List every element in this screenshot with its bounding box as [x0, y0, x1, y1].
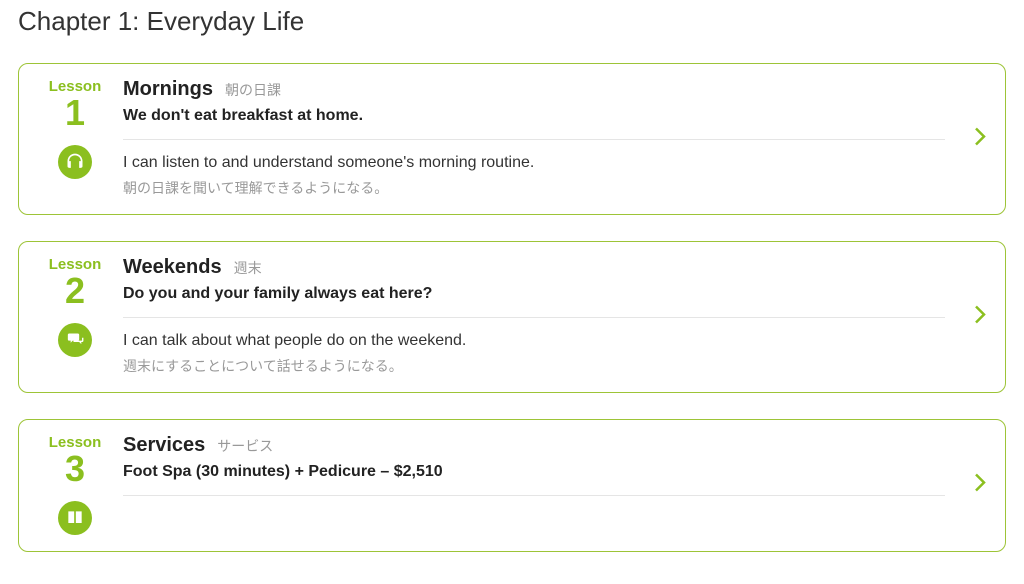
lesson-body: Services サービス Foot Spa (30 minutes) + Pe… [111, 434, 985, 535]
lesson-goal-jp: 週末にすることについて話せるようになる。 [123, 356, 945, 376]
lesson-title: Services [123, 434, 205, 457]
lesson-title-jp: 週末 [234, 258, 262, 278]
lesson-body: Weekends 週末 Do you and your family alway… [111, 256, 985, 376]
lesson-number: 3 [65, 449, 85, 489]
lesson-title: Mornings [123, 78, 213, 101]
lesson-title-jp: サービス [217, 436, 273, 456]
lesson-left-column: Lesson 3 [39, 434, 111, 535]
chevron-right-icon [973, 472, 987, 499]
headphones-icon [58, 145, 92, 179]
chevron-right-icon [973, 126, 987, 153]
lesson-number: 1 [65, 93, 85, 133]
lesson-goal-jp: 朝の日課を聞いて理解できるようになる。 [123, 178, 945, 198]
lesson-left-column: Lesson 1 [39, 78, 111, 198]
chevron-right-icon [973, 304, 987, 331]
lesson-number: 2 [65, 271, 85, 311]
lesson-goal: I can talk about what people do on the w… [123, 332, 945, 350]
lesson-card[interactable]: Lesson 2 Weekends 週末 Do you and your fam… [18, 241, 1006, 393]
lesson-card[interactable]: Lesson 3 Services サービス Foot Spa (30 minu… [18, 419, 1006, 552]
speech-bubbles-icon [58, 323, 92, 357]
chapter-title: Chapter 1: Everyday Life [18, 6, 1006, 37]
lesson-body: Mornings 朝の日課 We don't eat breakfast at … [111, 78, 985, 198]
lesson-sentence: We don't eat breakfast at home. [123, 107, 945, 140]
lesson-goal: I can listen to and understand someone's… [123, 154, 945, 172]
lesson-left-column: Lesson 2 [39, 256, 111, 376]
lesson-title-jp: 朝の日課 [225, 80, 281, 100]
reading-icon [58, 501, 92, 535]
lesson-card[interactable]: Lesson 1 Mornings 朝の日課 We don't eat brea… [18, 63, 1006, 215]
lesson-title: Weekends [123, 256, 222, 279]
lesson-sentence: Foot Spa (30 minutes) + Pedicure – $2,51… [123, 463, 945, 496]
lesson-sentence: Do you and your family always eat here? [123, 285, 945, 318]
